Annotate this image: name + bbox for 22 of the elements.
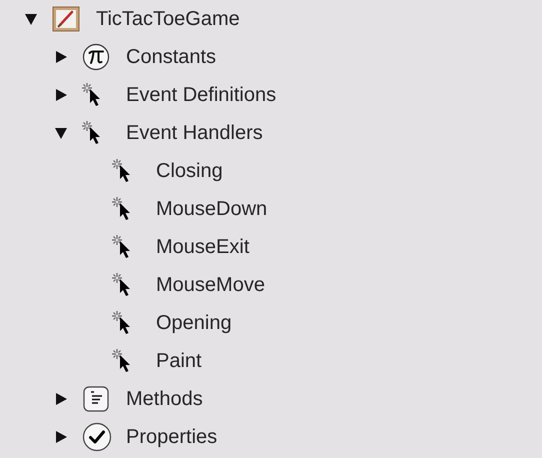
pi-icon [82, 43, 110, 71]
tree-item-label[interactable]: MouseMove [156, 274, 265, 296]
tree-item-label[interactable]: Constants [126, 46, 216, 68]
tree-item-label[interactable]: Methods [126, 388, 203, 410]
painting-icon [52, 6, 80, 32]
disclosure-triangle-icon[interactable] [54, 430, 68, 444]
checkmark-icon [82, 422, 112, 452]
disclosure-triangle-icon[interactable] [24, 12, 38, 26]
disclosure-triangle-icon[interactable] [54, 126, 68, 140]
tree-item-label[interactable]: TicTacToeGame [96, 8, 240, 30]
disclosure-triangle-icon[interactable] [54, 392, 68, 406]
tree-item-label[interactable]: MouseDown [156, 198, 268, 220]
tree-item-label[interactable]: Event Handlers [126, 122, 263, 144]
tree-item-label[interactable]: Properties [126, 426, 218, 448]
list-icon [82, 385, 110, 413]
tree-item-label[interactable]: MouseExit [156, 236, 250, 258]
tree-item-label[interactable]: Paint [156, 350, 202, 372]
disclosure-triangle-icon[interactable] [54, 50, 68, 64]
tree-item-label[interactable]: Event Definitions [126, 84, 276, 106]
disclosure-triangle-icon[interactable] [54, 88, 68, 102]
tree-item-label[interactable]: Closing [156, 160, 223, 182]
tree-item-label[interactable]: Opening [156, 312, 232, 334]
